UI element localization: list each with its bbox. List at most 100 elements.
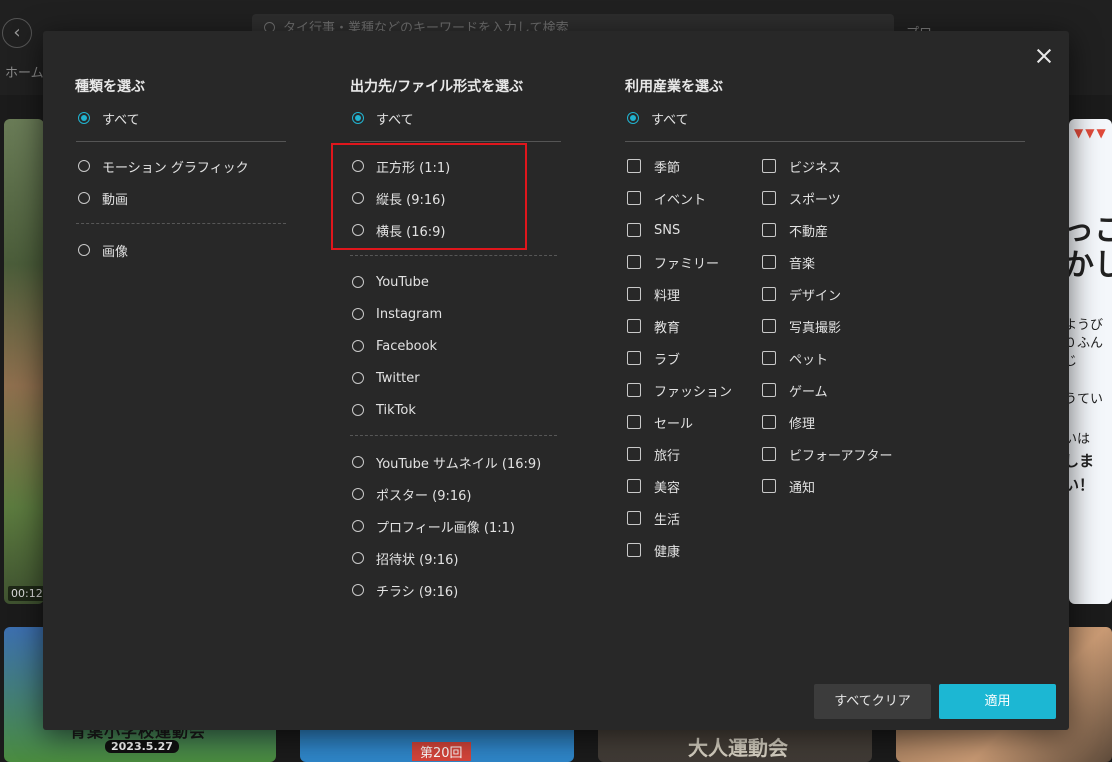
option-label: Facebook (376, 338, 438, 354)
output-option-tiktok[interactable]: TikTok (352, 400, 416, 420)
industry-checkbox-col1-4[interactable]: 料理 (627, 284, 680, 304)
type-option-all[interactable]: すべて (78, 108, 140, 128)
radio-icon (352, 488, 364, 500)
checkbox-icon (627, 351, 641, 365)
industry-checkbox-col2-1[interactable]: スポーツ (762, 188, 841, 208)
checkbox-label: デザイン (789, 288, 842, 304)
industry-checkbox-col1-12[interactable]: 健康 (627, 540, 680, 560)
output-option-landscape[interactable]: 横長 (16:9) (352, 220, 445, 240)
checkbox-icon (762, 415, 776, 429)
industry-checkbox-col1-10[interactable]: 美容 (627, 476, 680, 496)
radio-icon (352, 308, 364, 320)
checkbox-label: 音楽 (789, 256, 816, 272)
output-option-all[interactable]: すべて (352, 108, 414, 128)
checkbox-label: ラブ (654, 352, 681, 368)
output-option-portrait[interactable]: 縦長 (9:16) (352, 188, 445, 208)
type-option-motion-graphic[interactable]: モーション グラフィック (78, 156, 249, 176)
radio-icon (352, 192, 364, 204)
checkbox-label: 料理 (654, 288, 681, 304)
industry-checkbox-col2-4[interactable]: デザイン (762, 284, 841, 304)
output-option-youtube-thumbnail[interactable]: YouTube サムネイル (16:9) (352, 452, 541, 472)
duration-badge: 00:12 (8, 586, 46, 601)
output-option-poster[interactable]: ポスター (9:16) (352, 484, 471, 504)
thumbnail-label: 第20回 (412, 742, 471, 761)
output-option-invitation[interactable]: 招待状 (9:16) (352, 548, 458, 568)
industry-checkbox-col1-0[interactable]: 季節 (627, 156, 680, 176)
checkbox-icon (627, 543, 641, 557)
industry-checkbox-col1-11[interactable]: 生活 (627, 508, 680, 528)
industry-checkbox-col2-8[interactable]: 修理 (762, 412, 815, 432)
checkbox-icon (627, 511, 641, 525)
industry-checkbox-col1-5[interactable]: 教育 (627, 316, 680, 336)
option-label: プロフィール画像 (1:1) (376, 520, 515, 536)
industry-checkbox-col2-7[interactable]: ゲーム (762, 380, 828, 400)
checkbox-label: 修理 (789, 416, 816, 432)
industry-checkbox-col1-3[interactable]: ファミリー (627, 252, 719, 272)
industry-checkbox-col2-2[interactable]: 不動産 (762, 220, 828, 240)
radio-icon (352, 160, 364, 172)
apply-button[interactable]: 適用 (939, 684, 1056, 719)
checkbox-icon (627, 159, 641, 173)
checkbox-label: 健康 (654, 544, 681, 560)
industry-checkbox-col1-8[interactable]: セール (627, 412, 693, 432)
output-option-youtube[interactable]: YouTube (352, 272, 429, 292)
checkbox-icon (762, 319, 776, 333)
close-icon[interactable] (1032, 44, 1056, 68)
option-label: 画像 (102, 244, 129, 260)
industry-checkbox-col2-6[interactable]: ペット (762, 348, 828, 368)
industry-option-all[interactable]: すべて (627, 108, 689, 128)
output-option-instagram[interactable]: Instagram (352, 304, 442, 324)
radio-icon (352, 584, 364, 596)
type-option-image[interactable]: 画像 (78, 240, 128, 260)
industry-checkbox-col1-2[interactable]: SNS (627, 220, 680, 240)
thumbnail-text: ようび (1064, 318, 1104, 333)
option-label: 動画 (102, 192, 129, 208)
output-option-flyer[interactable]: チラシ (9:16) (352, 580, 458, 600)
option-label: すべて (102, 112, 140, 128)
clear-all-button[interactable]: すべてクリア (814, 684, 931, 719)
industry-checkbox-col1-6[interactable]: ラブ (627, 348, 680, 368)
output-option-square[interactable]: 正方形 (1:1) (352, 156, 450, 176)
checkbox-icon (762, 479, 776, 493)
industry-checkbox-col2-9[interactable]: ビフォーアフター (762, 444, 892, 464)
type-option-video[interactable]: 動画 (78, 188, 128, 208)
checkbox-icon (627, 479, 641, 493)
radio-selected-icon (78, 112, 90, 124)
option-label: YouTube (376, 274, 429, 290)
filter-dialog: 種類を選ぶ すべて モーション グラフィック 動画 画像 出力先/ファイル形式を… (43, 31, 1069, 730)
chevron-left-icon: ‹ (13, 22, 21, 43)
checkbox-label: 教育 (654, 320, 681, 336)
industry-checkbox-col1-1[interactable]: イベント (627, 188, 706, 208)
checkbox-icon (627, 383, 641, 397)
output-option-facebook[interactable]: Facebook (352, 336, 437, 356)
back-button[interactable]: ‹ (2, 18, 32, 48)
industry-checkbox-col1-7[interactable]: ファッション (627, 380, 732, 400)
template-thumbnail[interactable] (4, 119, 44, 604)
output-option-profile-image[interactable]: プロフィール画像 (1:1) (352, 516, 515, 536)
checkbox-label: ファミリー (654, 256, 720, 272)
industry-checkbox-col2-10[interactable]: 通知 (762, 476, 815, 496)
industry-checkbox-col2-5[interactable]: 写真撮影 (762, 316, 841, 336)
industry-checkbox-col1-9[interactable]: 旅行 (627, 444, 680, 464)
thumbnail-text: ０ふん (1064, 336, 1104, 351)
thumbnail-text: かし (1064, 248, 1112, 283)
checkbox-icon (762, 447, 776, 461)
output-option-twitter[interactable]: Twitter (352, 368, 420, 388)
divider (350, 435, 557, 436)
checkbox-label: SNS (654, 222, 681, 238)
industry-checkbox-col2-3[interactable]: 音楽 (762, 252, 815, 272)
checkbox-label: 写真撮影 (789, 320, 842, 336)
option-label: Twitter (376, 370, 420, 386)
breadcrumb-home[interactable]: ホーム (5, 62, 44, 81)
checkbox-label: 生活 (654, 512, 681, 528)
option-label: 招待状 (9:16) (376, 552, 459, 568)
radio-icon (352, 456, 364, 468)
checkbox-icon (762, 383, 776, 397)
bunting-decoration: ▼▼▼ (1074, 126, 1108, 140)
option-label: TikTok (376, 402, 416, 418)
industry-checkbox-col2-0[interactable]: ビジネス (762, 156, 841, 176)
checkbox-icon (762, 159, 776, 173)
radio-selected-icon (627, 112, 639, 124)
checkbox-icon (762, 351, 776, 365)
thumbnail-text: うてい (1064, 392, 1104, 407)
